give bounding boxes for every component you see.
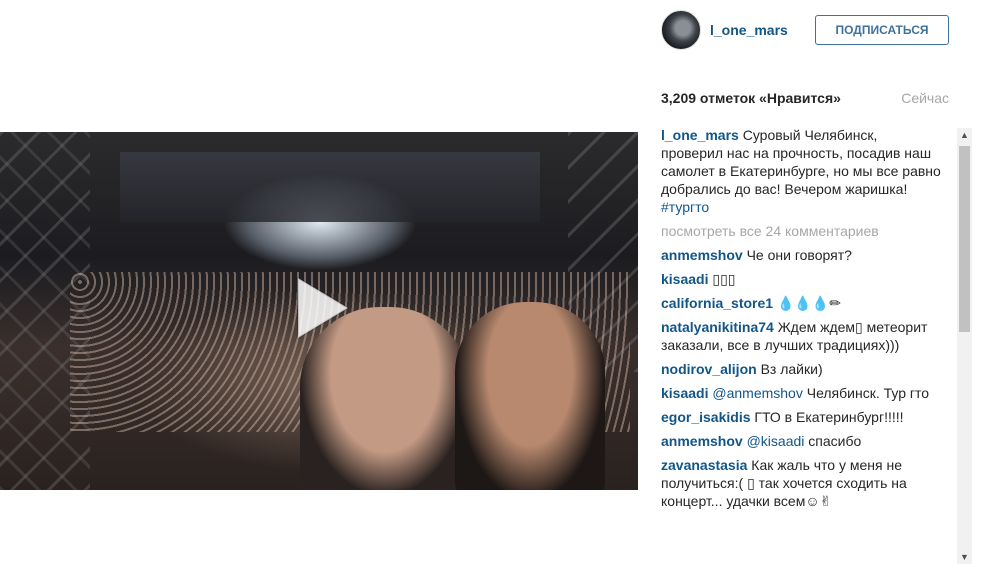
comment-item: zavanastasia Как жаль что у меня не полу… [661, 456, 941, 510]
arrow-down-icon[interactable]: ▼ [957, 550, 972, 564]
play-icon[interactable] [284, 272, 356, 344]
post-time[interactable]: Сейчас [901, 90, 949, 106]
comment-item: kisaadi ▯▯▯ [661, 270, 941, 288]
comment-item: kisaadi @anmemshov Челябинск. Тур гто [661, 384, 941, 402]
comments-list[interactable]: l_one_mars Суровый Челябинск, проверил н… [661, 126, 941, 570]
arrow-up-icon[interactable]: ▲ [957, 128, 972, 142]
post-sidebar: l_one_mars ПОДПИСАТЬСЯ 3,209 отметок «Нр… [640, 0, 960, 570]
comment-username[interactable]: egor_isakidis [661, 409, 751, 425]
post-header: l_one_mars ПОДПИСАТЬСЯ [661, 10, 949, 52]
mention-link[interactable]: @anmemshov [712, 385, 802, 401]
avatar[interactable] [661, 10, 701, 50]
view-all-comments-link[interactable]: посмотреть все 24 комментариев [661, 222, 941, 240]
comment-username[interactable]: l_one_mars [661, 127, 739, 143]
likes-count[interactable]: 3,209 отметок «Нравится» [661, 90, 841, 106]
comment-item: california_store1 💧💧💧✏ [661, 294, 941, 312]
comment-item: nodirov_alijon Вз лайки) [661, 360, 941, 378]
comment-item: anmemshov @kisaadi спасибо [661, 432, 941, 450]
follow-button[interactable]: ПОДПИСАТЬСЯ [815, 15, 949, 45]
comment-item: natalyanikitina74 Ждем ждем▯ метеорит за… [661, 318, 941, 354]
comment-username[interactable]: kisaadi [661, 271, 708, 287]
comment-username[interactable]: nodirov_alijon [661, 361, 757, 377]
comments-scrollbar[interactable]: ▲ ▼ [957, 128, 972, 564]
comment-username[interactable]: california_store1 [661, 295, 773, 311]
comment-username[interactable]: anmemshov [661, 433, 743, 449]
comment-text: Че они говорят? [746, 247, 852, 263]
comment-username[interactable]: zavanastasia [661, 457, 747, 473]
comment-text: 💧💧💧✏ [776, 295, 841, 311]
comment-username[interactable]: natalyanikitina74 [661, 319, 774, 335]
comment-text: Вз лайки) [760, 361, 823, 377]
comment-item: anmemshov Че они говорят? [661, 246, 941, 264]
comment-username[interactable]: anmemshov [661, 247, 743, 263]
likes-row: 3,209 отметок «Нравится» Сейчас [661, 90, 949, 106]
scrollbar-thumb[interactable] [959, 146, 970, 332]
comment-text: спасибо [808, 433, 862, 449]
comment-item: egor_isakidis ГТО в Екатеринбург!!!!! [661, 408, 941, 426]
mention-link[interactable]: @kisaadi [747, 433, 805, 449]
comment-text: Челябинск. Тур гто [806, 385, 930, 401]
caption: l_one_mars Суровый Челябинск, проверил н… [661, 126, 941, 216]
video-player[interactable] [0, 132, 638, 490]
comment-username[interactable]: kisaadi [661, 385, 708, 401]
hashtag-link[interactable]: #тургто [661, 199, 709, 215]
video-frame-balcony [120, 152, 540, 222]
video-frame-person [455, 302, 605, 490]
comment-text: ГТО в Екатеринбург!!!!! [754, 409, 904, 425]
media-area [0, 0, 640, 570]
comment-text: ▯▯▯ [712, 271, 736, 287]
post-username[interactable]: l_one_mars [710, 22, 788, 38]
